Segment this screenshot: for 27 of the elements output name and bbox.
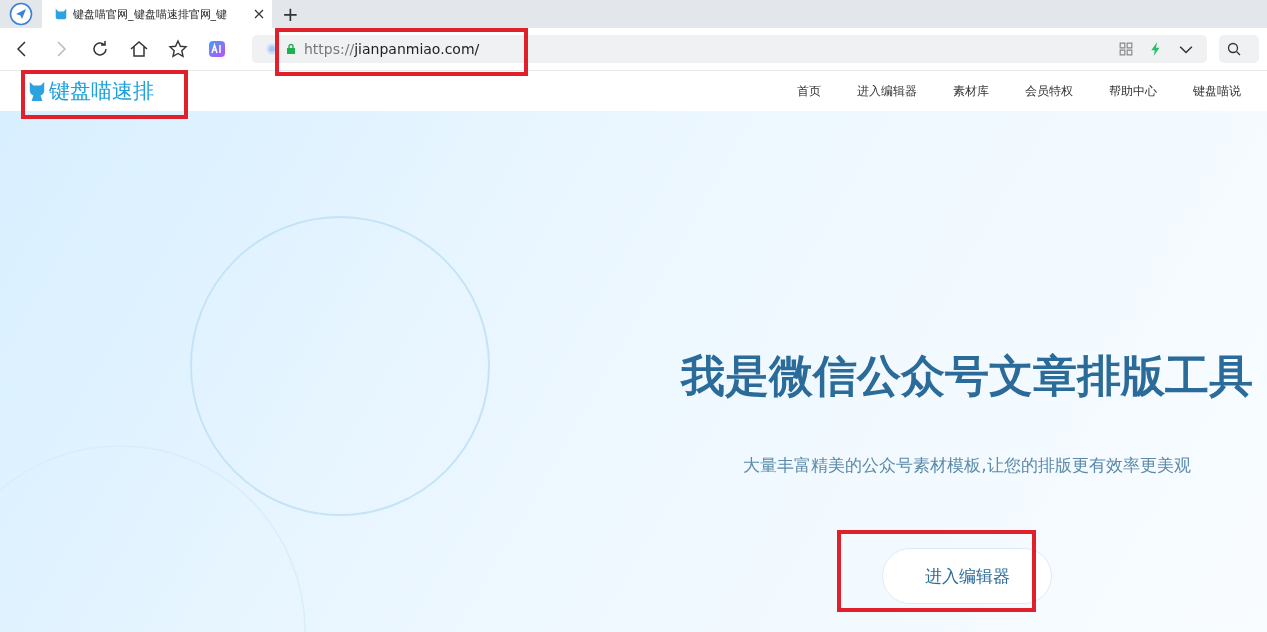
nav-link[interactable]: 键盘喵说 [1193, 82, 1241, 100]
address-bar[interactable]: https://jianpanmiao.com/ [252, 35, 1207, 63]
reload-icon[interactable] [90, 39, 110, 59]
browser-tab[interactable]: 键盘喵官网_键盘喵速排官网_键 [42, 0, 272, 28]
url-text: https://jianpanmiao.com/ [304, 41, 480, 57]
star-icon[interactable] [168, 39, 188, 59]
open-editor-button[interactable]: 进入编辑器 [882, 548, 1052, 604]
lock-icon [286, 43, 296, 55]
nav-link[interactable]: 素材库 [953, 82, 989, 100]
cat-logo-icon [28, 80, 46, 102]
hero-subtitle: 大量丰富精美的公众号素材模板,让您的排版更有效率更美观 [743, 454, 1191, 477]
qr-code-icon[interactable] [1119, 42, 1133, 56]
tab-title: 键盘喵官网_键盘喵速排官网_键 [73, 6, 228, 22]
home-icon[interactable] [129, 39, 149, 59]
nav-link[interactable]: 帮助中心 [1109, 82, 1157, 100]
ai-icon[interactable] [207, 39, 227, 59]
hero-title: 我是微信公众号文章排版工具 [679, 349, 1253, 403]
nav-link[interactable]: 进入编辑器 [857, 82, 917, 100]
nav-link[interactable]: 会员特权 [1025, 82, 1073, 100]
close-icon[interactable] [254, 9, 264, 19]
search-button[interactable] [1219, 35, 1259, 63]
dot-icon [266, 43, 278, 55]
nav-link[interactable]: 首页 [797, 82, 821, 100]
cat-icon [54, 7, 68, 21]
navigation-icon[interactable] [9, 2, 33, 26]
new-tab-button[interactable]: + [282, 4, 299, 24]
search-icon [1227, 42, 1241, 56]
